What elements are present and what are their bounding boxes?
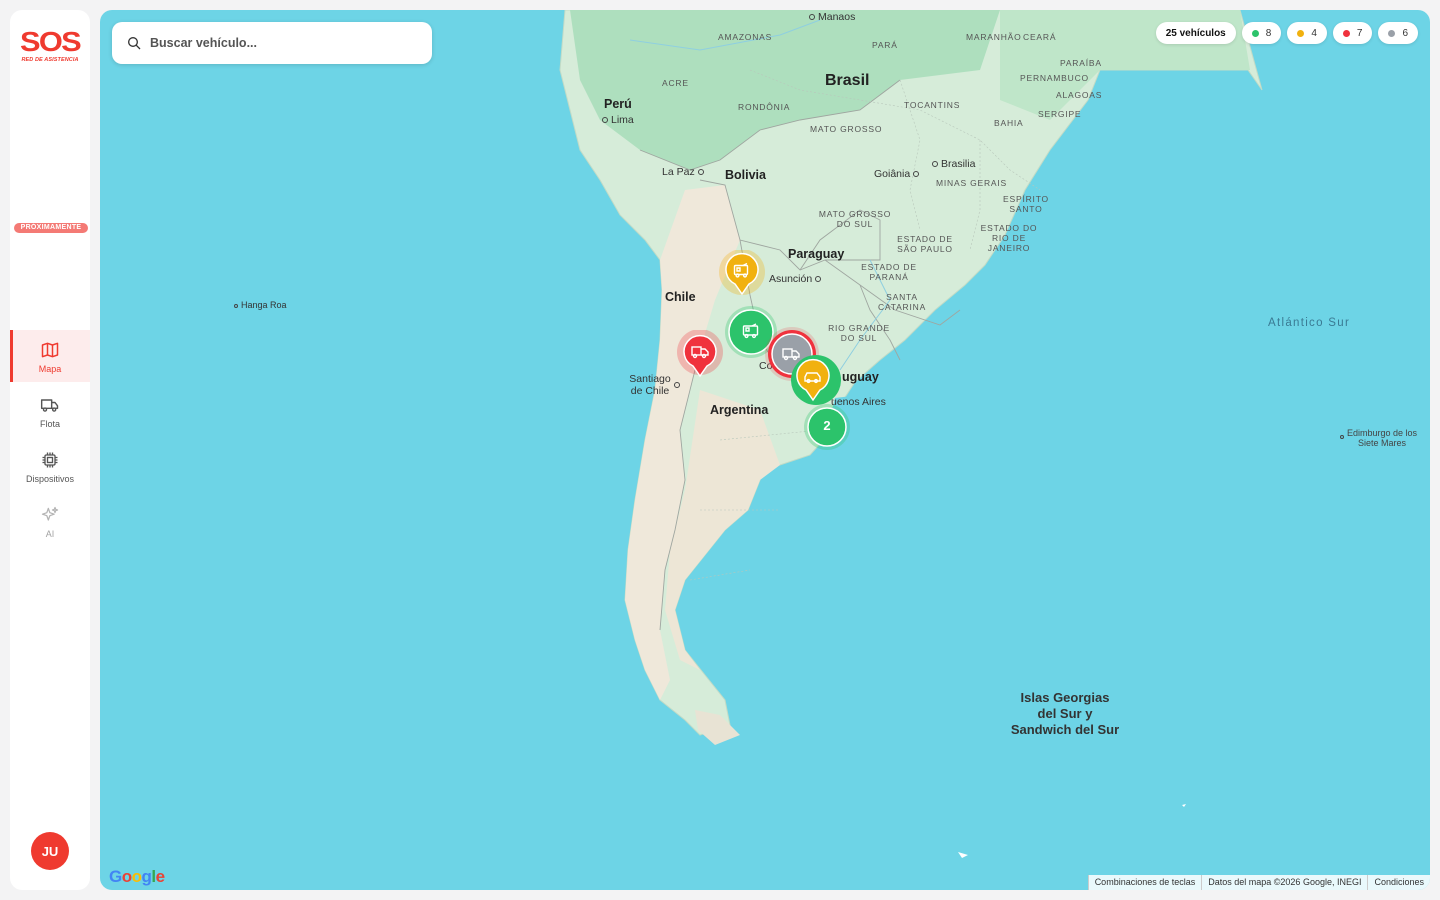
map-label-sao-paulo: ESTADO DE SÃO PAULO [897, 234, 953, 254]
map-base-layer [559, 10, 1263, 858]
gray-dot-icon [1388, 29, 1396, 37]
nav-item-ai: AI [10, 495, 90, 547]
map-label-islas-georgias: Islas Georgias del Sur y Sandwich del Su… [1010, 690, 1120, 737]
map-label-amazonas: AMAZONAS [718, 32, 773, 42]
map-label-santiago: Santiago de Chile [629, 373, 671, 397]
map-label-alagoas: ALAGOAS [1056, 90, 1103, 100]
map-label-rio-grande-sul: RIO GRANDE DO SUL [828, 323, 890, 343]
map-label-rio-de-janeiro: ESTADO DO RIO DE JANEIRO [980, 223, 1038, 253]
map-label-la-paz: La Paz [662, 166, 704, 178]
google-logo: Google [109, 867, 165, 886]
vehicle-marker-yellow[interactable] [719, 249, 765, 303]
map-label-brasilia: Brasilia [932, 158, 975, 170]
nav-item-mapa[interactable]: Mapa [10, 330, 90, 382]
nav-item-dispositivos[interactable]: Dispositivos [10, 440, 90, 492]
vehicle-cluster-count[interactable]: 2 [803, 403, 851, 456]
terms-link[interactable]: Condiciones [1367, 875, 1430, 890]
search-icon [128, 37, 141, 50]
map-label-acre: ACRE [662, 78, 689, 88]
map-label-bahia: BAHIA [994, 118, 1024, 128]
truck-icon [40, 399, 59, 412]
map-label-uruguay: uguay [842, 370, 879, 384]
map-label-ceara: CEARÁ [1023, 32, 1057, 42]
map-label-para: PARÁ [872, 40, 898, 50]
map-label-paraiba: PARAÍBA [1060, 58, 1102, 68]
green-count: 8 [1265, 27, 1272, 39]
map-icon [41, 342, 59, 358]
sidebar: SOS RED DE ASISTENCIA Mapa Flota Disposi… [10, 10, 90, 890]
map-label-peru: Perú [604, 97, 632, 111]
nav-item-flota[interactable]: Flota [10, 385, 90, 437]
map-label-mato-grosso-sul: MATO GROSSO DO SUL [818, 209, 892, 229]
car-icon [791, 355, 841, 405]
map-label-tocantins: TOCANTINS [904, 100, 961, 110]
keyboard-shortcuts-link[interactable]: Combinaciones de teclas [1087, 875, 1202, 890]
sandwich-island [958, 852, 968, 858]
map-label-lima: Lima [602, 114, 634, 126]
map-footer: Combinaciones de teclas Datos del mapa ©… [1087, 875, 1430, 890]
logo-subtitle: RED DE ASISTENCIA [21, 57, 79, 63]
status-pill-green[interactable]: 8 [1241, 22, 1282, 44]
green-dot-icon [1251, 29, 1259, 37]
map-label-asuncion: Asunción [769, 273, 822, 285]
vehicle-marker-red[interactable] [677, 329, 723, 385]
map-label-manaos: Manaos [809, 11, 855, 23]
status-pill-gray[interactable]: 6 [1378, 22, 1418, 44]
fuego-island [695, 710, 740, 745]
total-vehicles-pill[interactable]: 25 vehículos [1155, 22, 1236, 44]
truck-icon [677, 329, 723, 378]
map-data-attribution: Datos del mapa ©2026 Google, INEGI [1201, 875, 1367, 890]
map-label-sergipe: SERGIPE [1038, 109, 1082, 119]
map-label-atlantico-sur: Atlántico Sur [1268, 317, 1351, 329]
red-dot-icon [1342, 29, 1350, 37]
nav-label-ai: AI [45, 529, 55, 539]
nav-label-mapa: Mapa [38, 364, 62, 374]
yellow-count: 4 [1311, 27, 1317, 39]
yellow-dot-icon [1297, 29, 1305, 37]
map-label-rondonia: RONDÔNIA [738, 102, 791, 112]
sos-logo[interactable]: SOS RED DE ASISTENCIA [19, 26, 82, 64]
map-label-brasil: Brasil [825, 72, 870, 89]
search-input[interactable] [150, 36, 410, 50]
logo-text: SOS [19, 26, 82, 57]
camper-icon [719, 249, 765, 296]
map-label-edimburgo: Edimburgo de los Siete Mares [1346, 428, 1418, 448]
coming-soon-badge: PRÓXIMAMENTE [14, 223, 88, 233]
edimburgo-dot [1340, 435, 1344, 439]
vehicle-stats: 25 vehículos 8 4 7 6 [1155, 22, 1418, 44]
map-label-mato-grosso: MATO GROSSO [810, 124, 883, 134]
gray-count: 6 [1402, 27, 1408, 39]
map-label-pernambuco: PERNAMBUCO [1020, 73, 1089, 83]
map-label-espirito-santo: ESPÍRITO SANTO [1003, 194, 1049, 214]
map-label-argentina: Argentina [710, 403, 769, 417]
map-label-paraguay: Paraguay [788, 247, 845, 261]
map-label-goiania: Goiânia [874, 168, 920, 180]
map-canvas[interactable]: Brasil Perú Bolivia Paraguay Chile Argen… [100, 10, 1430, 890]
map-label-minas-gerais: MINAS GERAIS [936, 178, 1008, 188]
status-pill-yellow[interactable]: 4 [1287, 22, 1327, 44]
nav-label-dispositivos: Dispositivos [25, 474, 74, 484]
nav-label-flota: Flota [39, 419, 60, 429]
cluster-count-label: 2 [823, 418, 831, 433]
user-avatar[interactable]: JU [31, 832, 69, 870]
red-count: 7 [1356, 27, 1363, 39]
map-label-hanga-roa: Hanga Roa [234, 299, 287, 311]
sparkles-icon [41, 506, 59, 521]
chip-icon [42, 452, 58, 468]
south-georgia-island [1182, 804, 1186, 807]
search-box[interactable] [112, 22, 432, 64]
map-label-maranhao: MARANHÃO [966, 32, 1022, 42]
map-label-chile: Chile [665, 290, 696, 304]
map-label-bolivia: Bolivia [725, 168, 766, 182]
map-label-santa-catarina: SANTA CATARINA [877, 292, 927, 312]
status-pill-red[interactable]: 7 [1332, 22, 1373, 44]
map-label-parana: ESTADO DE PARANÁ [861, 262, 917, 282]
